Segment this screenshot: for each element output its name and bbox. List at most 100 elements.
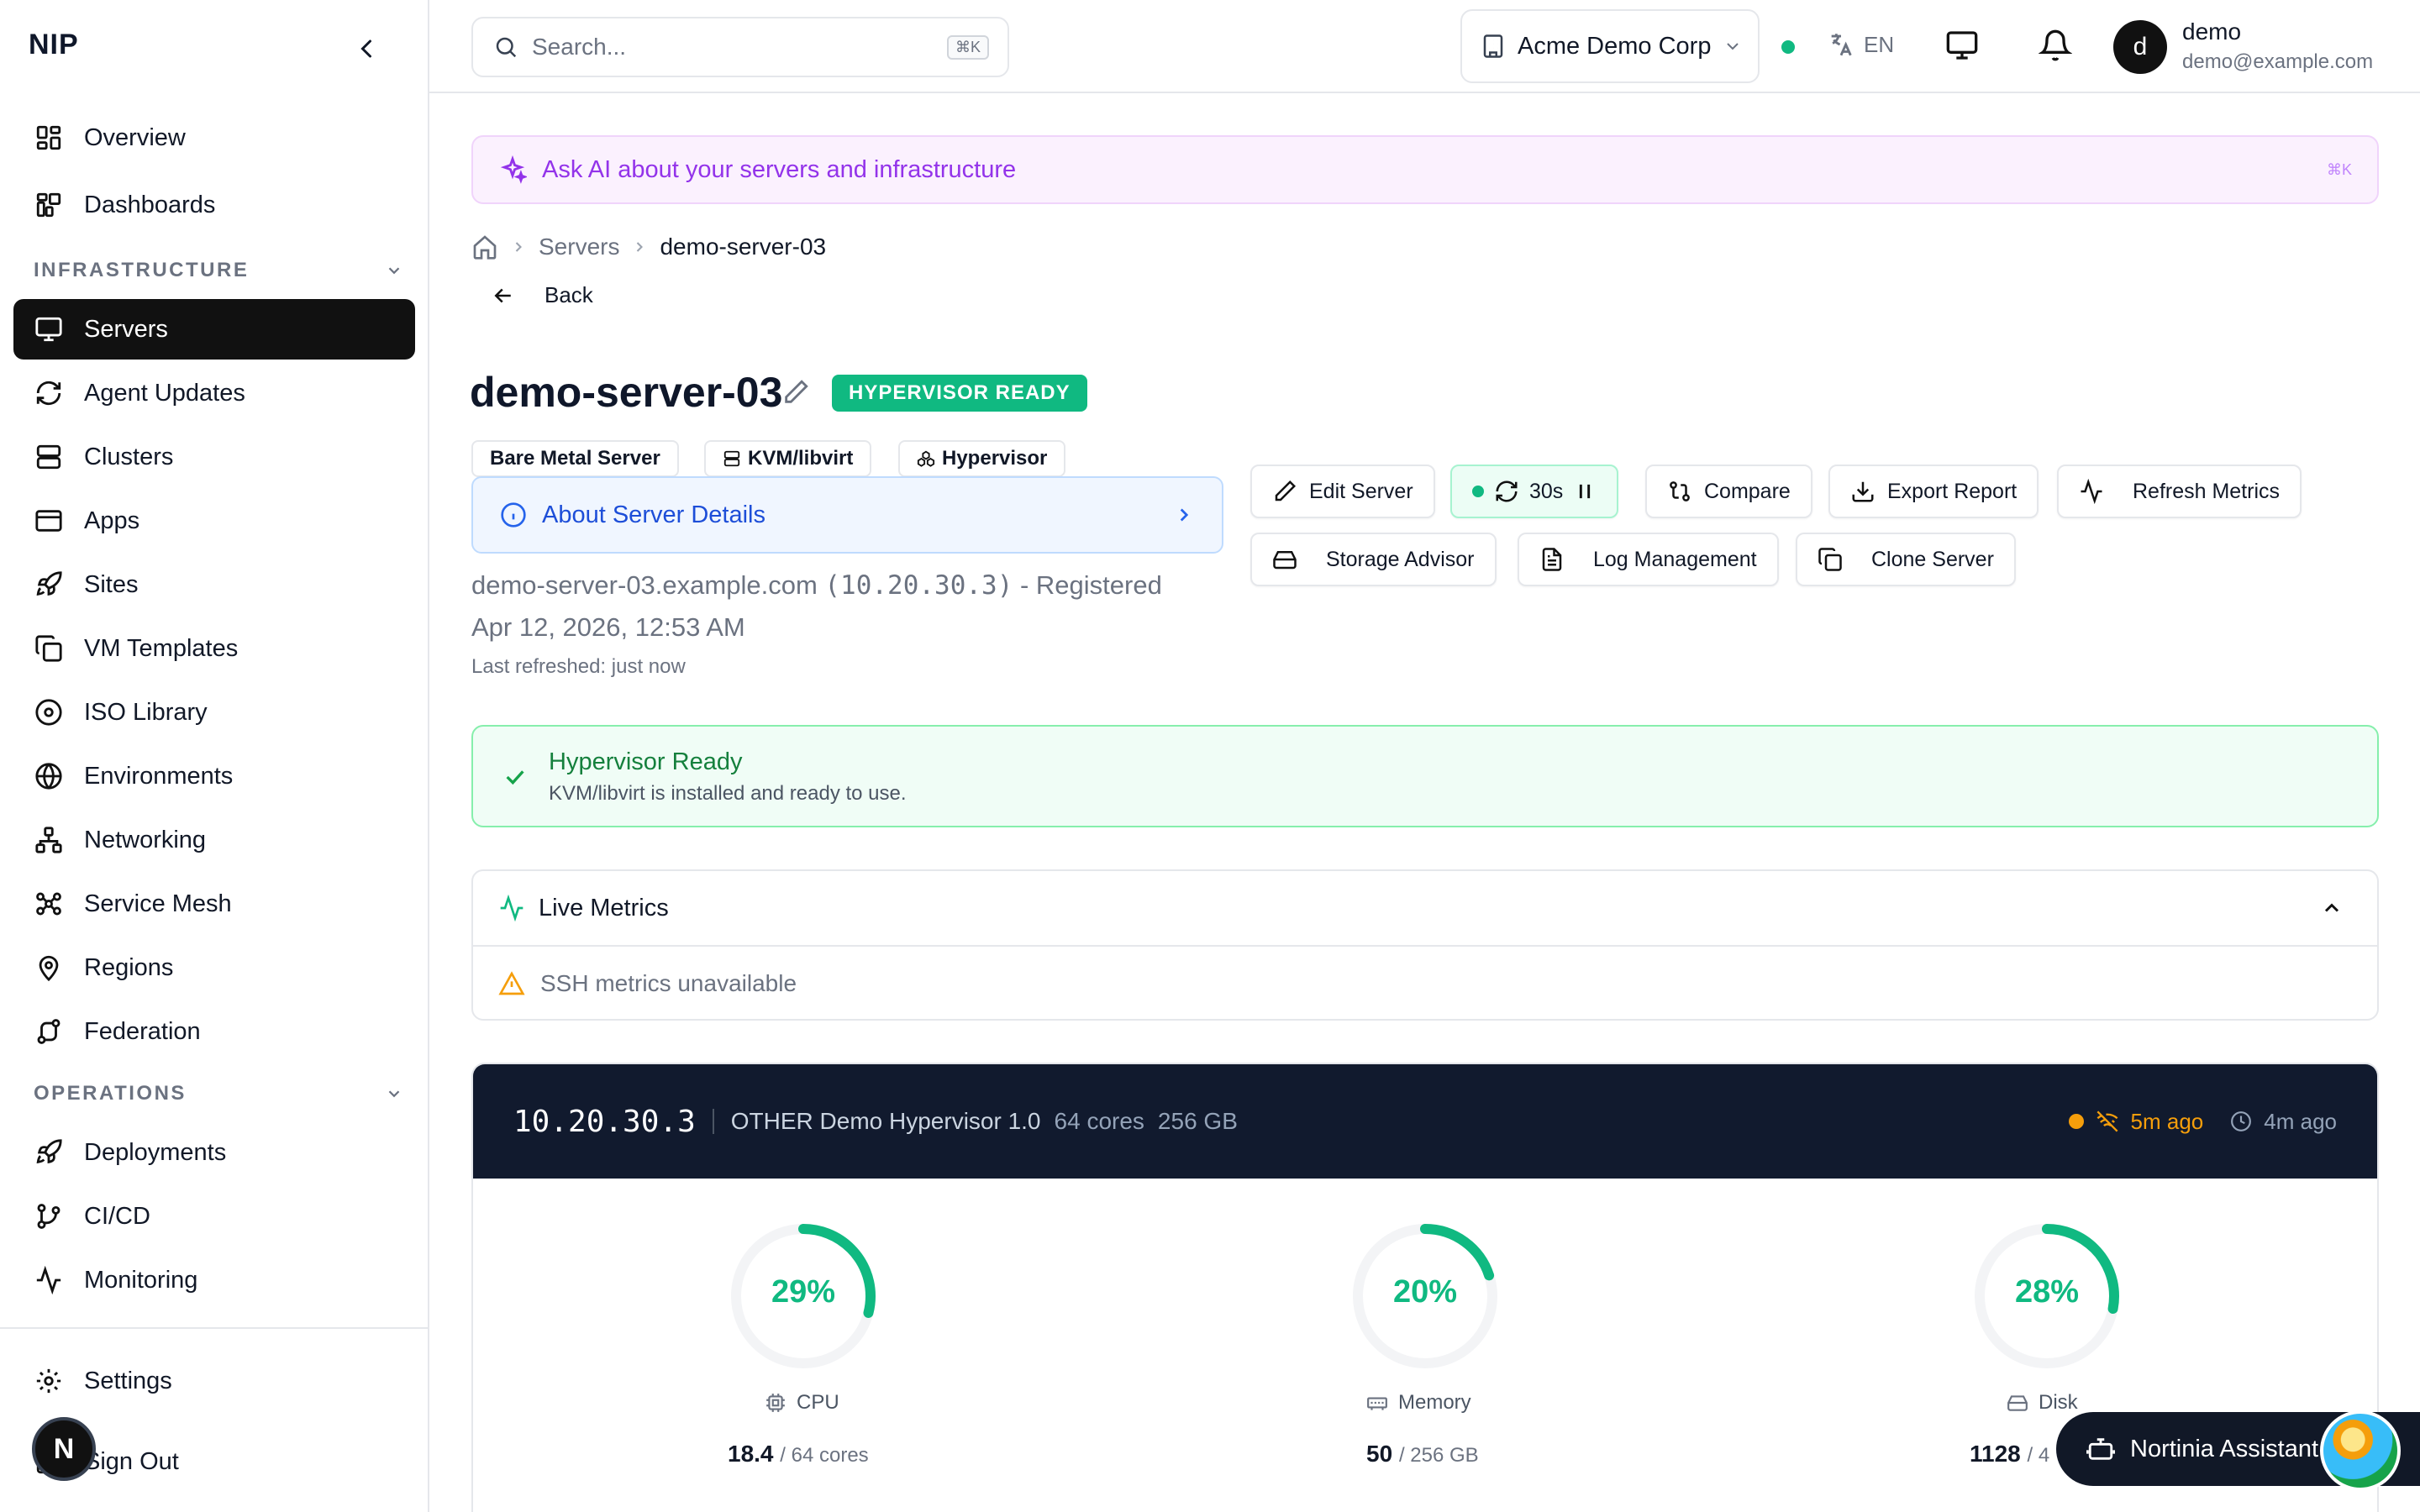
gauge-value: 28% bbox=[2014, 1274, 2080, 1310]
tag-label: Hypervisor bbox=[942, 447, 1048, 470]
disk-gauge: 28% bbox=[1946, 1222, 2148, 1382]
org-selector[interactable]: Acme Demo Corp bbox=[1460, 9, 1760, 83]
gauge-label-text: Memory bbox=[1398, 1391, 1471, 1414]
breadcrumb-servers[interactable]: Servers bbox=[539, 234, 619, 260]
stale-dot bbox=[2068, 1114, 2084, 1129]
map-pin-icon bbox=[32, 951, 66, 984]
disk-usage: 1128 / 4 bbox=[1970, 1441, 2049, 1467]
sidebar-item-regions[interactable]: Regions bbox=[13, 937, 415, 998]
sidebar-item-label: Monitoring bbox=[84, 1266, 198, 1294]
back-button[interactable]: Back bbox=[491, 282, 593, 308]
export-report-button[interactable]: Export Report bbox=[1828, 465, 2039, 518]
usage-total: / 256 GB bbox=[1398, 1444, 1479, 1467]
hard-drive-icon bbox=[1273, 551, 1297, 570]
registered-label: - Registered bbox=[1019, 570, 1162, 600]
collapse-sidebar-button[interactable] bbox=[351, 34, 381, 64]
sidebar-item-deployments[interactable]: Deployments bbox=[13, 1122, 415, 1183]
button-label: Storage Advisor bbox=[1326, 547, 1475, 571]
check-icon bbox=[506, 770, 524, 785]
rocket-icon bbox=[32, 568, 66, 601]
arrow-left-icon bbox=[494, 288, 511, 302]
assistant-label: Nortinia Assistant bbox=[2130, 1435, 2319, 1462]
sidebar-item-label: Service Mesh bbox=[84, 890, 232, 917]
sidebar-item-cicd[interactable]: CI/CD bbox=[13, 1186, 415, 1247]
clock-icon bbox=[2231, 1111, 2252, 1131]
back-label: Back bbox=[544, 282, 593, 307]
sidebar-item-environments[interactable]: Environments bbox=[13, 746, 415, 806]
sidebar-item-label: Settings bbox=[84, 1367, 172, 1394]
sidebar-item-iso-library[interactable]: ISO Library bbox=[13, 682, 415, 743]
button-label: Export Report bbox=[1887, 479, 2018, 503]
sidebar-item-federation[interactable]: Federation bbox=[13, 1001, 415, 1062]
live-metrics-header[interactable]: Live Metrics bbox=[473, 871, 2377, 947]
usage-value: 18.4 bbox=[728, 1441, 774, 1467]
cpu-gauge: 29% bbox=[702, 1222, 904, 1382]
sidebar-item-sites[interactable]: Sites bbox=[13, 554, 415, 615]
chevron-right-icon bbox=[515, 242, 522, 252]
sidebar-item-clusters[interactable]: Clusters bbox=[13, 427, 415, 487]
memory-icon bbox=[1367, 1397, 1387, 1410]
ssh-warning: SSH metrics unavailable bbox=[540, 970, 797, 996]
copy-icon bbox=[32, 632, 66, 665]
auto-refresh-control[interactable]: 30s bbox=[1450, 465, 1619, 518]
notifications-button[interactable] bbox=[2039, 29, 2075, 66]
sidebar-item-agent-updates[interactable]: Agent Updates bbox=[13, 363, 415, 423]
search-placeholder: Search... bbox=[532, 34, 627, 60]
sidebar-item-label: CI/CD bbox=[84, 1202, 150, 1230]
window-icon bbox=[32, 504, 66, 538]
home-icon[interactable] bbox=[471, 234, 498, 260]
button-label: Clone Server bbox=[1871, 547, 1994, 571]
route-icon bbox=[32, 1015, 66, 1048]
sidebar-item-networking[interactable]: Networking bbox=[13, 810, 415, 870]
hostname: demo-server-03.example.com bbox=[471, 570, 818, 600]
alert-subtitle: KVM/libvirt is installed and ready to us… bbox=[549, 782, 907, 805]
search-shortcut: ⌘K bbox=[946, 34, 989, 60]
sidebar-item-overview[interactable]: Overview bbox=[13, 108, 415, 168]
pause-icon[interactable] bbox=[1573, 480, 1597, 503]
chevron-down-icon bbox=[1727, 43, 1739, 50]
sidebar-item-apps[interactable]: Apps bbox=[13, 491, 415, 551]
sidebar-item-label: Environments bbox=[84, 762, 234, 790]
log-management-button[interactable]: Log Management bbox=[1518, 533, 1779, 586]
sidebar-item-dashboards[interactable]: Dashboards bbox=[13, 175, 415, 235]
section-infrastructure[interactable]: INFRASTRUCTURE bbox=[34, 259, 403, 282]
avatar[interactable]: N bbox=[32, 1417, 96, 1481]
card-status: 5m ago 4m ago bbox=[2068, 1109, 2337, 1135]
compare-button[interactable]: Compare bbox=[1645, 465, 1812, 518]
status-badge: HYPERVISOR READY bbox=[832, 375, 1087, 412]
search-input[interactable]: Search... ⌘K bbox=[471, 17, 1009, 77]
edit-name-button[interactable] bbox=[781, 378, 812, 408]
edit-server-button[interactable]: Edit Server bbox=[1250, 465, 1435, 518]
display-button[interactable] bbox=[1945, 29, 1982, 66]
usage-value: 1128 bbox=[1970, 1441, 2021, 1467]
memory-gauge: 20% bbox=[1324, 1222, 1526, 1382]
sidebar-item-monitoring[interactable]: Monitoring bbox=[13, 1250, 415, 1310]
language-selector[interactable]: EN bbox=[1827, 30, 1894, 59]
sidebar-item-service-mesh[interactable]: Service Mesh bbox=[13, 874, 415, 934]
file-text-icon bbox=[1542, 548, 1562, 571]
globe-icon bbox=[32, 759, 66, 793]
sidebar-item-servers[interactable]: Servers bbox=[13, 299, 415, 360]
sidebar-item-label: Overview bbox=[84, 123, 186, 151]
assistant-avatar[interactable] bbox=[2320, 1410, 2401, 1491]
tag-label: KVM/libvirt bbox=[748, 447, 854, 470]
card-os: OTHER Demo Hypervisor 1.0 bbox=[730, 1108, 1041, 1134]
sidebar-item-vm-templates[interactable]: VM Templates bbox=[13, 618, 415, 679]
disk-label: Disk bbox=[2007, 1391, 2078, 1415]
user-avatar[interactable]: d bbox=[2113, 20, 2167, 74]
ask-ai-bar[interactable]: Ask AI about your servers and infrastruc… bbox=[471, 135, 2379, 204]
refresh-metrics-button[interactable]: Refresh Metrics bbox=[2057, 465, 2302, 518]
usage-total: / 4 bbox=[2027, 1444, 2050, 1467]
network-icon bbox=[32, 823, 66, 857]
gauge-label-text: CPU bbox=[797, 1391, 839, 1414]
usage-total: / 64 cores bbox=[780, 1444, 869, 1467]
sidebar-item-label: Agent Updates bbox=[84, 379, 245, 407]
user-name: demo bbox=[2182, 18, 2242, 45]
sidebar-item-settings[interactable]: Settings bbox=[13, 1351, 415, 1411]
clone-server-button[interactable]: Clone Server bbox=[1796, 533, 2016, 586]
memory-label: Memory bbox=[1366, 1391, 1471, 1415]
about-server-details[interactable]: About Server Details bbox=[471, 476, 1223, 554]
sparkles-icon bbox=[500, 155, 527, 184]
section-operations[interactable]: OPERATIONS bbox=[34, 1082, 403, 1105]
storage-advisor-button[interactable]: Storage Advisor bbox=[1250, 533, 1497, 586]
